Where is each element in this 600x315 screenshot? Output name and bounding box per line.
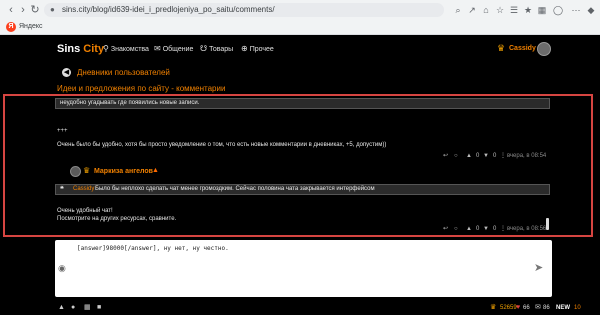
address-text: sins.city/blog/id639-idei_i_predlojeniya… [62, 5, 275, 14]
apple-icon[interactable]: ● [71, 303, 75, 312]
coins-count[interactable]: 52659 [500, 304, 517, 312]
camera-icon[interactable]: ◉ [58, 263, 66, 273]
mail-icon: ✉ [535, 304, 541, 311]
yandex-icon[interactable]: Я [6, 22, 16, 32]
current-user-avatar[interactable] [537, 42, 551, 56]
site-logo[interactable]: Sins City [57, 42, 104, 56]
send-icon[interactable]: ➤ [534, 262, 543, 274]
hearts-count[interactable]: 66 [523, 304, 530, 312]
lock-icon: ● [50, 5, 55, 14]
zoom-icon[interactable]: ⌕ [452, 4, 464, 16]
edge-copilot-icon[interactable]: ◆ [585, 4, 597, 16]
star-icon[interactable]: ☆ [494, 4, 506, 16]
bookmarks-bar [0, 20, 600, 35]
home-icon[interactable]: ⌂ [480, 4, 492, 16]
heart-icon: ♥ [516, 304, 521, 311]
nav-item-prochee[interactable]: ⊕ Прочее [241, 44, 274, 55]
favorites-icon[interactable]: ★ [522, 4, 534, 16]
reload-icon[interactable]: ↻ [28, 3, 42, 17]
share-icon[interactable]: ↗ [466, 4, 478, 16]
collections-icon[interactable]: ▦ [536, 4, 548, 16]
cart-icon: ☋ [200, 44, 208, 53]
reading-list-icon[interactable]: ☰ [508, 4, 520, 16]
vk-icon[interactable]: ■ [97, 303, 101, 312]
menu-icon[interactable]: ⋯ [570, 4, 582, 16]
highlight-frame [3, 94, 593, 237]
breadcrumb[interactable]: Дневники пользователей [77, 68, 170, 78]
bottom-status-bar [55, 301, 552, 315]
profile-icon[interactable]: ◯ [552, 4, 564, 16]
crown-icon: ♛ [490, 304, 497, 311]
more-icon: ⊕ [241, 44, 248, 53]
nav-item-obshchenie[interactable]: ✉ Общение [154, 44, 193, 55]
android-icon[interactable]: ▲ [58, 303, 65, 312]
nav-item-znakomstva[interactable]: ⚲ Знакомства [103, 44, 149, 55]
message-input[interactable]: [answer]98000[/answer], ну нет, ну честн… [77, 245, 229, 253]
new-count[interactable]: 10 [574, 304, 581, 312]
back-arrow-icon[interactable]: ◀ [62, 68, 71, 77]
bookmark-yandex[interactable]: Яндекс [19, 22, 43, 32]
new-label[interactable]: NEW [556, 304, 570, 312]
nav-item-tovary[interactable]: ☋ Товары [200, 44, 233, 55]
search-icon: ⚲ [103, 44, 109, 53]
messages-count[interactable]: 86 [543, 304, 550, 312]
crown-icon: ♛ [497, 43, 506, 53]
page-title: Идеи и предложения по сайту - комментари… [57, 84, 226, 93]
grid-icon[interactable]: ▦ [84, 303, 91, 312]
chat-icon: ✉ [154, 44, 161, 53]
current-user-name[interactable]: Cassidy [509, 44, 536, 54]
